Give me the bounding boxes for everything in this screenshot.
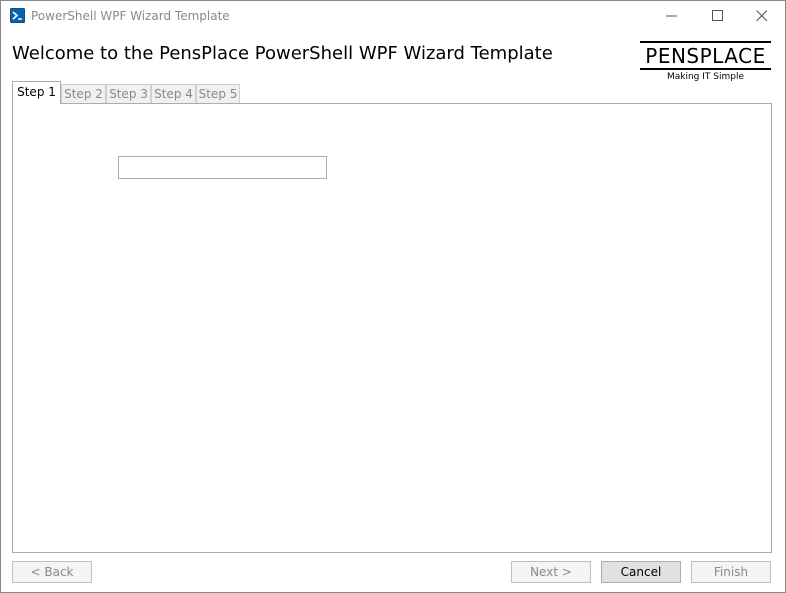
back-button[interactable]: < Back xyxy=(12,561,92,583)
title-bar[interactable]: PowerShell WPF Wizard Template xyxy=(1,1,785,32)
close-icon xyxy=(756,10,768,22)
maximize-icon xyxy=(712,10,723,21)
minimize-button[interactable] xyxy=(649,1,695,31)
close-button[interactable] xyxy=(739,1,785,31)
powershell-icon xyxy=(10,8,25,23)
logo-wordmark: PENSPLACE xyxy=(645,44,766,68)
tab-step-3[interactable]: Step 3 xyxy=(106,84,151,103)
minimize-icon xyxy=(666,15,677,17)
window-title: PowerShell WPF Wizard Template xyxy=(31,9,230,23)
pensplace-logo: PENSPLACE Making IT Simple xyxy=(640,41,771,87)
tab-step-5[interactable]: Step 5 xyxy=(196,84,240,103)
page-title: Welcome to the PensPlace PowerShell WPF … xyxy=(12,43,553,64)
wizard-window: PowerShell WPF Wizard Template Welcome t… xyxy=(0,0,786,593)
logo-tagline: Making IT Simple xyxy=(666,72,744,82)
step-1-panel xyxy=(12,103,772,553)
cancel-button[interactable]: Cancel xyxy=(601,561,681,583)
tab-step-2[interactable]: Step 2 xyxy=(61,84,106,103)
logo-middle-rule xyxy=(640,68,771,70)
logo-top-rule xyxy=(640,41,771,43)
step-1-text-input[interactable] xyxy=(118,156,327,179)
step-tabs: Step 1 Step 2 Step 3 Step 4 Step 5 xyxy=(12,81,412,104)
tab-step-1[interactable]: Step 1 xyxy=(12,81,61,104)
maximize-button[interactable] xyxy=(695,1,741,31)
tab-step-4[interactable]: Step 4 xyxy=(151,84,196,103)
finish-button[interactable]: Finish xyxy=(691,561,771,583)
next-button[interactable]: Next > xyxy=(511,561,591,583)
